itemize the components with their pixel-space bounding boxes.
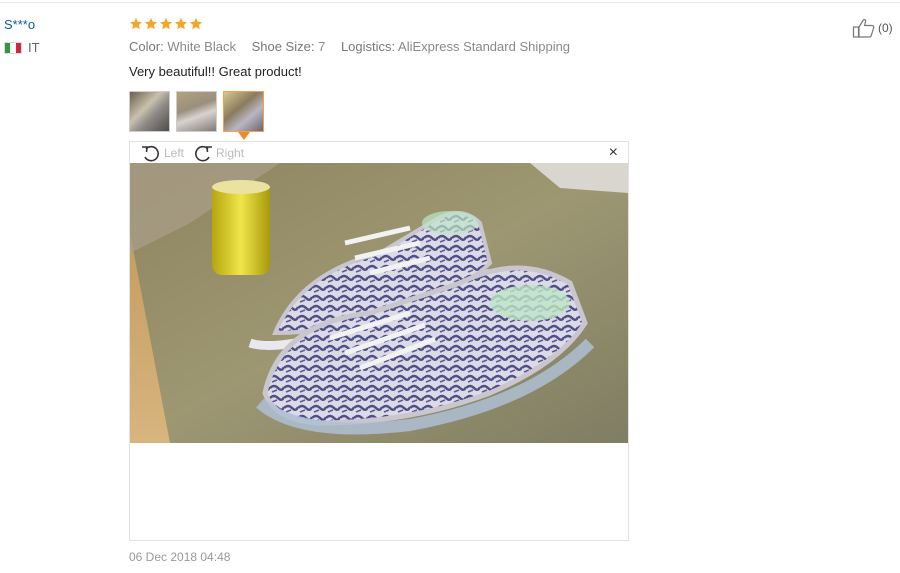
reviewer-name[interactable]: S***o: [4, 16, 114, 34]
review-body: Color: White Black Shoe Size: 7 Logistic…: [129, 14, 769, 80]
star-rating: [129, 14, 769, 34]
size-label: Shoe Size:: [251, 39, 315, 54]
helpful-vote[interactable]: (0): [852, 17, 893, 39]
reviewer-country: IT: [4, 40, 114, 55]
size-value: 7: [318, 39, 326, 54]
order-attributes: Color: White Black Shoe Size: 7 Logistic…: [129, 39, 769, 55]
photo-thumbnail-3[interactable]: [223, 91, 264, 140]
country-code: IT: [28, 40, 40, 55]
top-divider: [0, 2, 900, 3]
photo-thumbnail-2[interactable]: [176, 91, 217, 132]
star-icon: [174, 17, 188, 30]
review-photo: [130, 163, 628, 443]
helpful-count: (0): [878, 21, 893, 35]
reviewer-info: S***o IT: [4, 16, 114, 55]
rotate-left-label: Left: [164, 145, 185, 160]
photo-thumbnails: [129, 91, 264, 140]
review-date: 06 Dec 2018 04:48: [129, 550, 231, 564]
logistics-label: Logistics:: [340, 39, 396, 54]
thumbs-up-icon[interactable]: [852, 17, 876, 39]
italy-flag-icon: [4, 41, 22, 54]
star-icon: [189, 17, 203, 30]
photo-viewer: Left Right ×: [129, 141, 629, 541]
rotate-left-button[interactable]: Left: [140, 143, 184, 163]
color-label: Color:: [129, 39, 164, 54]
rotate-left-icon: [142, 145, 159, 161]
rotate-right-label: Right: [216, 145, 245, 160]
sneakers-photo-image: [130, 163, 628, 443]
review-text: Very beautiful!! Great product!: [129, 64, 302, 79]
logistics-value: AliExpress Standard Shipping: [398, 39, 571, 54]
star-icon: [144, 17, 158, 30]
viewer-toolbar: Left Right ×: [130, 142, 628, 163]
star-icon: [159, 17, 173, 30]
rotate-right-button[interactable]: Right: [192, 143, 244, 163]
photo-thumbnail-1[interactable]: [129, 91, 170, 132]
rotate-right-icon: [195, 145, 213, 161]
star-icon: [129, 17, 143, 30]
close-icon[interactable]: ×: [609, 145, 618, 161]
color-value: White Black: [167, 39, 236, 54]
